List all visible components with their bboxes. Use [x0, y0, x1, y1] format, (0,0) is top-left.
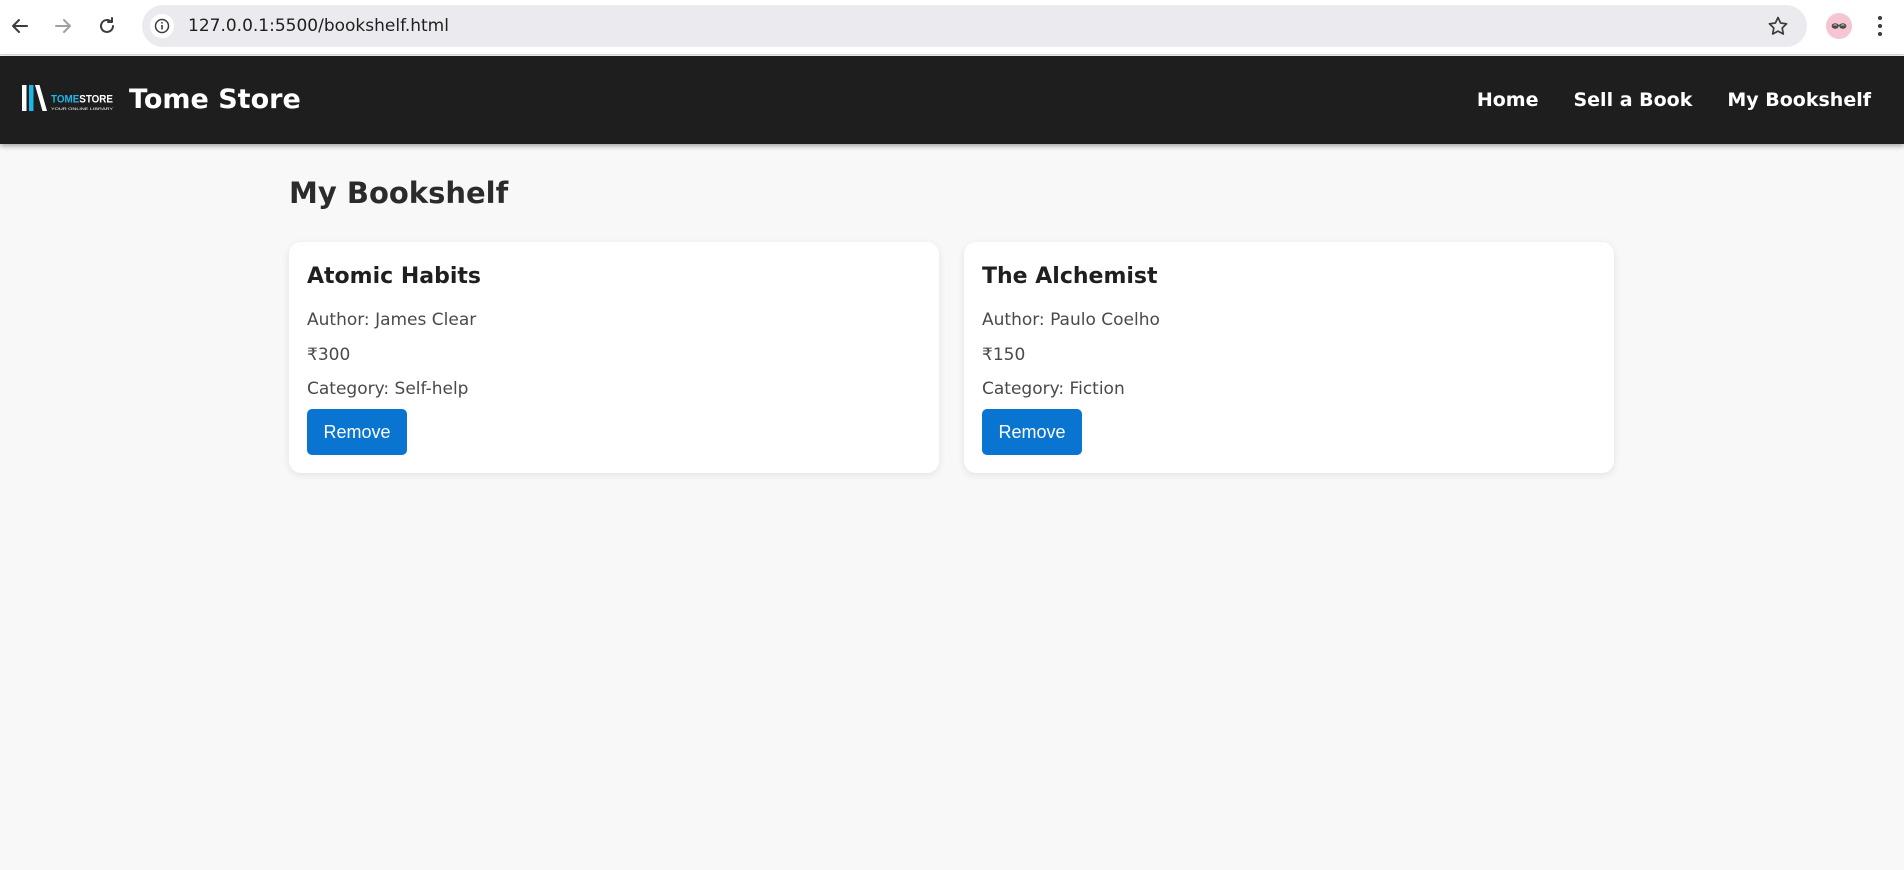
remove-button[interactable]: Remove	[307, 409, 407, 455]
nav-home-link[interactable]: Home	[1477, 89, 1539, 111]
forward-arrow-icon[interactable]	[47, 10, 79, 42]
book-author: Author: Paulo Coelho	[982, 310, 1160, 330]
nav-my-bookshelf-link[interactable]: My Bookshelf	[1727, 89, 1871, 111]
svg-text:TOMESTORE: TOMESTORE	[51, 94, 113, 106]
remove-button[interactable]: Remove	[982, 409, 1082, 455]
book-title: Atomic Habits	[307, 264, 481, 289]
site-header: TOMESTORE YOUR ONLINE LIBRARY Tome Store…	[0, 56, 1904, 144]
profile-avatar-icon[interactable]	[1826, 13, 1852, 39]
book-category: Category: Fiction	[982, 379, 1125, 399]
url-text[interactable]: 127.0.0.1:5500/bookshelf.html	[188, 5, 449, 47]
reload-icon[interactable]	[91, 10, 123, 42]
bookmark-star-icon[interactable]	[1767, 15, 1789, 37]
tomestore-logo[interactable]: TOMESTORE YOUR ONLINE LIBRARY	[22, 83, 114, 113]
page-title: My Bookshelf	[289, 176, 509, 210]
address-bar[interactable]: 127.0.0.1:5500/bookshelf.html	[142, 5, 1807, 47]
book-author: Author: James Clear	[307, 310, 477, 330]
book-card: The Alchemist Author: Paulo Coelho ₹150 …	[964, 242, 1614, 473]
site-info-icon[interactable]	[150, 14, 174, 38]
svg-text:YOUR ONLINE LIBRARY: YOUR ONLINE LIBRARY	[51, 107, 114, 111]
nav-sell-book-link[interactable]: Sell a Book	[1573, 89, 1692, 111]
brand-name[interactable]: Tome Store	[129, 56, 301, 144]
book-category: Category: Self-help	[307, 379, 469, 399]
book-price: ₹300	[307, 345, 351, 365]
book-card: Atomic Habits Author: James Clear ₹300 C…	[289, 242, 939, 473]
book-price: ₹150	[982, 345, 1026, 365]
back-arrow-icon[interactable]	[4, 10, 36, 42]
browser-menu-icon[interactable]	[1870, 12, 1890, 40]
browser-toolbar: 127.0.0.1:5500/bookshelf.html	[0, 0, 1904, 55]
book-title: The Alchemist	[982, 264, 1158, 289]
main-nav: Home Sell a Book My Bookshelf	[1477, 56, 1871, 144]
